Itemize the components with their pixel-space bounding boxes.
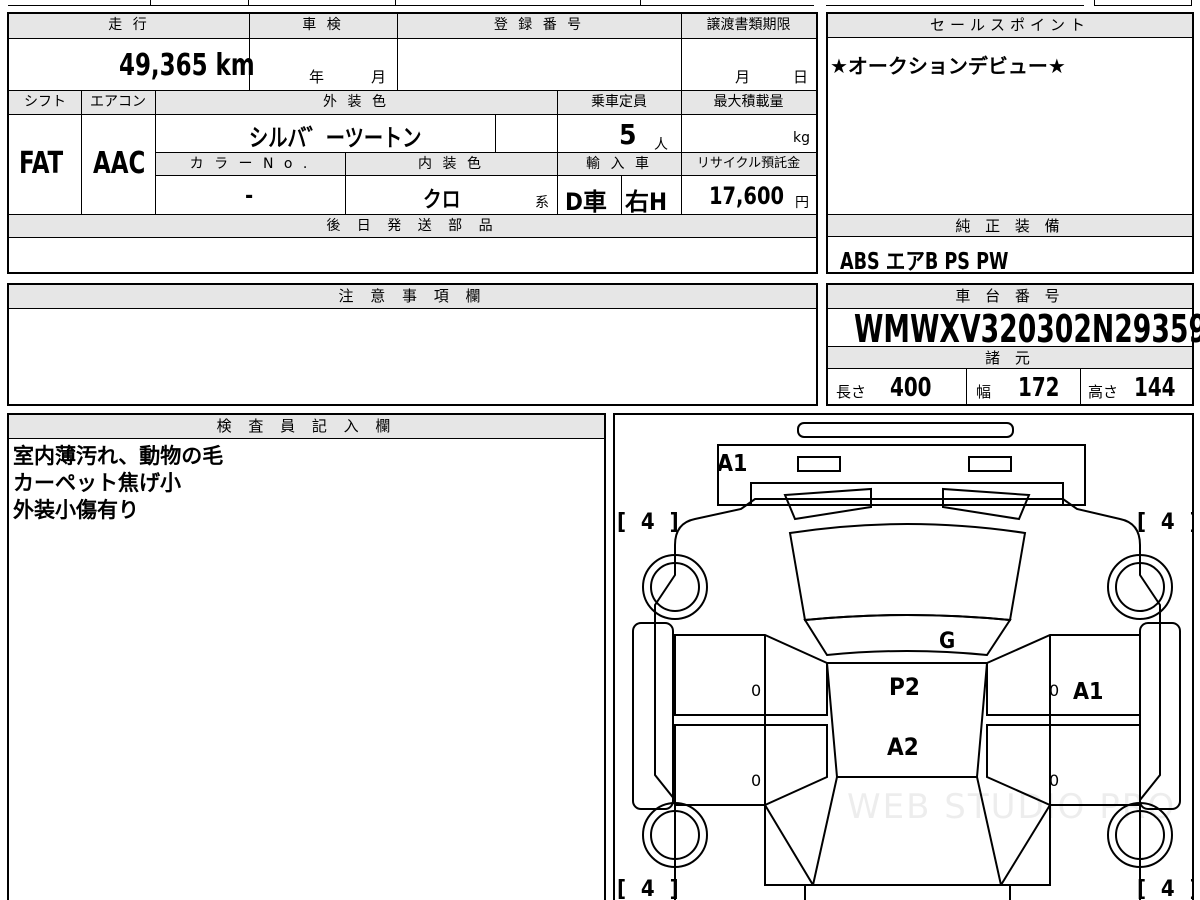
length-label: 長さ (836, 383, 867, 401)
tire-tl-mark: [ 4 ] (617, 510, 683, 535)
sales-point-text: ★オークションデビュー★ (830, 54, 1066, 78)
inspector-line-3: 外装小傷有り (13, 498, 139, 522)
inspector-box: 検 査 員 記 入 欄 室内薄汚れ、動物の毛 カーペット焦げ小 外装小傷有り (7, 413, 606, 900)
rear-quarter-left (764, 801, 815, 886)
exterior-color-label: 外 装 色 (155, 91, 557, 114)
vehicle-info-table: 走 行 車 検 登 録 番 号 譲渡書類期限 49,365 km 年 月 月 日… (7, 12, 818, 274)
capacity-value: 5 (619, 118, 637, 151)
chassis-box: 車 台 番 号 WMWXV320302N29359 諸 元 長さ 400 幅 1… (826, 283, 1200, 406)
color-no-label: カ ラ ー N o . (155, 153, 345, 175)
transfer-month: 月 (735, 68, 751, 86)
left-front-door (674, 634, 828, 716)
right-front-door-value: 0 (1049, 681, 1060, 700)
car-outline-svg (632, 422, 1181, 900)
damage-diagram: A1 [ 4 ] [ 4 ] [ 4 ] [ 4 ] G P2 A2 A1 0 … (613, 413, 1194, 900)
reg-number-label: 登 録 番 号 (397, 14, 681, 38)
height-value: 144 (1134, 373, 1176, 403)
inspection-label: 車 検 (249, 14, 397, 38)
aircon-label: エアコン (81, 91, 155, 114)
inspector-line-1: 室内薄汚れ、動物の毛 (13, 444, 224, 468)
front-bumper-strip (797, 422, 1014, 438)
width-label: 幅 (976, 383, 992, 401)
shift-value: FAT (19, 146, 64, 181)
windshield (788, 523, 1027, 622)
transfer-day: 日 (793, 68, 809, 86)
recycle-label: リサイクル預託金 (681, 153, 816, 175)
handle-side: 右H (625, 188, 668, 216)
watermark: WEB STUDIO PRO (847, 787, 1177, 827)
bumper-damage-mark: A1 (717, 451, 748, 477)
capacity-label: 乗車定員 (557, 91, 681, 114)
interior-color-label: 内 装 色 (345, 153, 557, 175)
mileage-label: 走 行 (9, 14, 249, 38)
color-no-value: - (245, 184, 254, 209)
chassis-label: 車 台 番 号 (828, 285, 1192, 309)
right-door-damage-mark: A1 (1073, 679, 1104, 705)
rear-trunk (804, 884, 1011, 900)
inspection-month: 月 (371, 68, 387, 86)
inspector-label: 検 査 員 記 入 欄 (9, 415, 604, 439)
headlight-right (968, 456, 1012, 472)
front-grille (717, 444, 1086, 506)
transfer-deadline-label: 譲渡書類期限 (681, 14, 816, 38)
aircon-value: AAC (93, 146, 146, 181)
headlight-left (797, 456, 841, 472)
exterior-color-value: シルバ゛ーツートン (249, 124, 422, 152)
standard-equipment-label: 純 正 装 備 (828, 215, 1192, 237)
max-load-label: 最大積載量 (681, 91, 816, 114)
standard-equipment-text: ABS エアB PS PW (840, 249, 1009, 275)
inspection-year: 年 (309, 68, 325, 86)
left-front-door-value: 0 (751, 681, 762, 700)
import-label: 輸 入 車 (557, 153, 681, 175)
tire-br-mark: [ 4 ] (1137, 877, 1192, 900)
import-type: D車 (565, 188, 607, 216)
mileage-value: 49,365 km (119, 48, 255, 83)
inspector-line-2: カーペット焦げ小 (13, 471, 181, 495)
later-parts-label: 後 日 発 送 部 品 (9, 215, 816, 237)
specs-label: 諸 元 (828, 347, 1192, 369)
left-rear-door-value: 0 (751, 771, 762, 790)
recycle-amount: 17,600 (709, 182, 784, 210)
sales-point-box: セールスポイント ★オークションデビュー★ 純 正 装 備 ABS エアB PS… (826, 12, 1194, 275)
windshield-lower (803, 614, 1012, 657)
tire-bl-mark: [ 4 ] (617, 877, 683, 900)
chassis-number: WMWXV320302N29359 (854, 307, 1200, 351)
roof-damage-mark: P2 (889, 673, 920, 701)
tire-tr-mark: [ 4 ] (1137, 510, 1192, 535)
interior-suffix: 系 (535, 195, 549, 211)
height-label: 高さ (1088, 383, 1119, 401)
recycle-unit: 円 (795, 195, 809, 211)
interior-color-value: クロ (423, 188, 461, 213)
side-skirt-left (632, 622, 674, 810)
shift-label: シフト (9, 91, 81, 114)
right-front-door (986, 634, 1141, 716)
top-strip (0, 0, 1200, 8)
left-rear-door (674, 724, 828, 806)
windshield-damage-mark: G (939, 629, 956, 654)
notes-box: 注 意 事 項 欄 (7, 283, 818, 406)
notes-label: 注 意 事 項 欄 (9, 285, 816, 309)
rear-roof-damage-mark: A2 (887, 733, 919, 761)
width-value: 172 (1018, 373, 1060, 403)
sales-point-label: セールスポイント (828, 14, 1192, 38)
max-load-unit: kg (793, 130, 810, 146)
capacity-unit: 人 (654, 137, 668, 153)
length-value: 400 (890, 373, 932, 403)
